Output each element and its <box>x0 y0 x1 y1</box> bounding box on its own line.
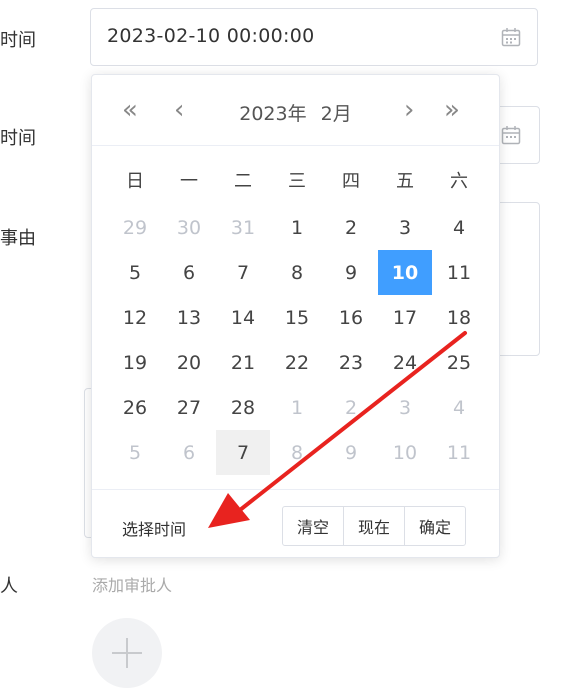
calendar-day[interactable]: 20 <box>162 340 216 385</box>
calendar-day[interactable]: 8 <box>270 430 324 475</box>
picker-footer: 选择时间 清空 现在 确定 <box>92 489 499 560</box>
calendar-day[interactable]: 25 <box>432 340 486 385</box>
plus-icon <box>112 638 142 668</box>
label-reason: 报事由 <box>0 228 36 249</box>
weekday-label: 四 <box>342 171 360 192</box>
calendar-day[interactable]: 3 <box>378 205 432 250</box>
weekday-header: 日 一 二 三 四 五 六 <box>108 167 486 197</box>
calendar-day[interactable]: 6 <box>162 250 216 295</box>
calendar-day[interactable]: 11 <box>432 430 486 475</box>
calendar-day[interactable]: 9 <box>324 430 378 475</box>
select-time-link[interactable]: 选择时间 <box>122 516 186 540</box>
calendar-day[interactable]: 21 <box>216 340 270 385</box>
calendar-day[interactable]: 1 <box>270 205 324 250</box>
calendar-day[interactable]: 30 <box>162 205 216 250</box>
calendar-day[interactable]: 4 <box>432 205 486 250</box>
calendar-day[interactable]: 4 <box>432 385 486 430</box>
calendar-day[interactable]: 26 <box>108 385 162 430</box>
calendar-day[interactable]: 28 <box>216 385 270 430</box>
clear-button[interactable]: 清空 <box>282 506 345 546</box>
picker-year[interactable]: 2023年 <box>239 103 306 125</box>
calendar-day[interactable]: 22 <box>270 340 324 385</box>
picker-header: « ‹ 2023年 2月 › » <box>92 75 499 146</box>
calendar-day-selected[interactable]: 10 <box>378 250 432 295</box>
next-month-button[interactable]: › <box>404 95 414 125</box>
calendar-day[interactable]: 12 <box>108 295 162 340</box>
calendar-week-row: 19 20 21 22 23 24 25 <box>108 340 486 385</box>
day-grid: 29 30 31 1 2 3 4 5 6 7 8 9 10 11 12 13 14 15 16 17 18 19 20 21 2… <box>108 205 486 475</box>
weekday-label: 六 <box>450 171 468 192</box>
calendar-day[interactable]: 2 <box>324 385 378 430</box>
confirm-button[interactable]: 确定 <box>404 506 467 546</box>
picker-month[interactable]: 2月 <box>321 103 352 125</box>
weekday-label: 三 <box>288 171 306 192</box>
calendar-day[interactable]: 7 <box>216 430 270 475</box>
calendar-day[interactable]: 29 <box>108 205 162 250</box>
calendar-week-row: 26 27 28 1 2 3 4 <box>108 385 486 430</box>
date-picker-popup: « ‹ 2023年 2月 › » 日 一 二 三 四 五 六 29 30 31 1 2 3… <box>91 74 500 558</box>
add-approver-button[interactable] <box>92 618 162 688</box>
calendar-day[interactable]: 24 <box>378 340 432 385</box>
calendar-day[interactable]: 8 <box>270 250 324 295</box>
calendar-icon <box>501 126 521 145</box>
calendar-day[interactable]: 1 <box>270 385 324 430</box>
picker-title: 2023年 2月 <box>92 99 499 126</box>
calendar-day[interactable]: 27 <box>162 385 216 430</box>
calendar-day[interactable]: 5 <box>108 250 162 295</box>
calendar-day[interactable]: 16 <box>324 295 378 340</box>
label-start-time: 始时间 <box>0 30 36 51</box>
start-time-input[interactable]: 2023-02-10 00:00:00 <box>90 8 538 66</box>
calendar-day[interactable]: 9 <box>324 250 378 295</box>
label-end-time: 束时间 <box>0 128 36 149</box>
calendar-icon <box>501 28 521 47</box>
calendar-day[interactable]: 6 <box>162 430 216 475</box>
calendar-day[interactable]: 13 <box>162 295 216 340</box>
add-approver-link[interactable]: 添加审批人 <box>92 572 172 596</box>
weekday-label: 五 <box>396 171 414 192</box>
next-year-button[interactable]: » <box>444 95 460 125</box>
calendar-day[interactable]: 19 <box>108 340 162 385</box>
calendar-week-row: 5 6 7 8 9 10 11 <box>108 430 486 475</box>
calendar-week-row: 29 30 31 1 2 3 4 <box>108 205 486 250</box>
weekday-label: 一 <box>180 171 198 192</box>
calendar-day[interactable]: 14 <box>216 295 270 340</box>
calendar-day[interactable]: 10 <box>378 430 432 475</box>
calendar-day[interactable]: 11 <box>432 250 486 295</box>
footer-button-group: 清空 现在 确定 <box>282 506 467 546</box>
calendar-day[interactable]: 31 <box>216 205 270 250</box>
now-button[interactable]: 现在 <box>343 506 406 546</box>
calendar-week-row: 12 13 14 15 16 17 18 <box>108 295 486 340</box>
calendar-day[interactable]: 23 <box>324 340 378 385</box>
calendar-day[interactable]: 17 <box>378 295 432 340</box>
calendar-week-row: 5 6 7 8 9 10 11 <box>108 250 486 295</box>
calendar-day[interactable]: 2 <box>324 205 378 250</box>
calendar-day[interactable]: 15 <box>270 295 324 340</box>
weekday-label: 二 <box>234 171 252 192</box>
calendar-day[interactable]: 7 <box>216 250 270 295</box>
calendar-day[interactable]: 3 <box>378 385 432 430</box>
calendar-day[interactable]: 5 <box>108 430 162 475</box>
label-approver: 批人 <box>0 576 18 597</box>
start-time-value: 2023-02-10 00:00:00 <box>107 25 315 47</box>
weekday-label: 日 <box>126 171 144 192</box>
calendar-day[interactable]: 18 <box>432 295 486 340</box>
